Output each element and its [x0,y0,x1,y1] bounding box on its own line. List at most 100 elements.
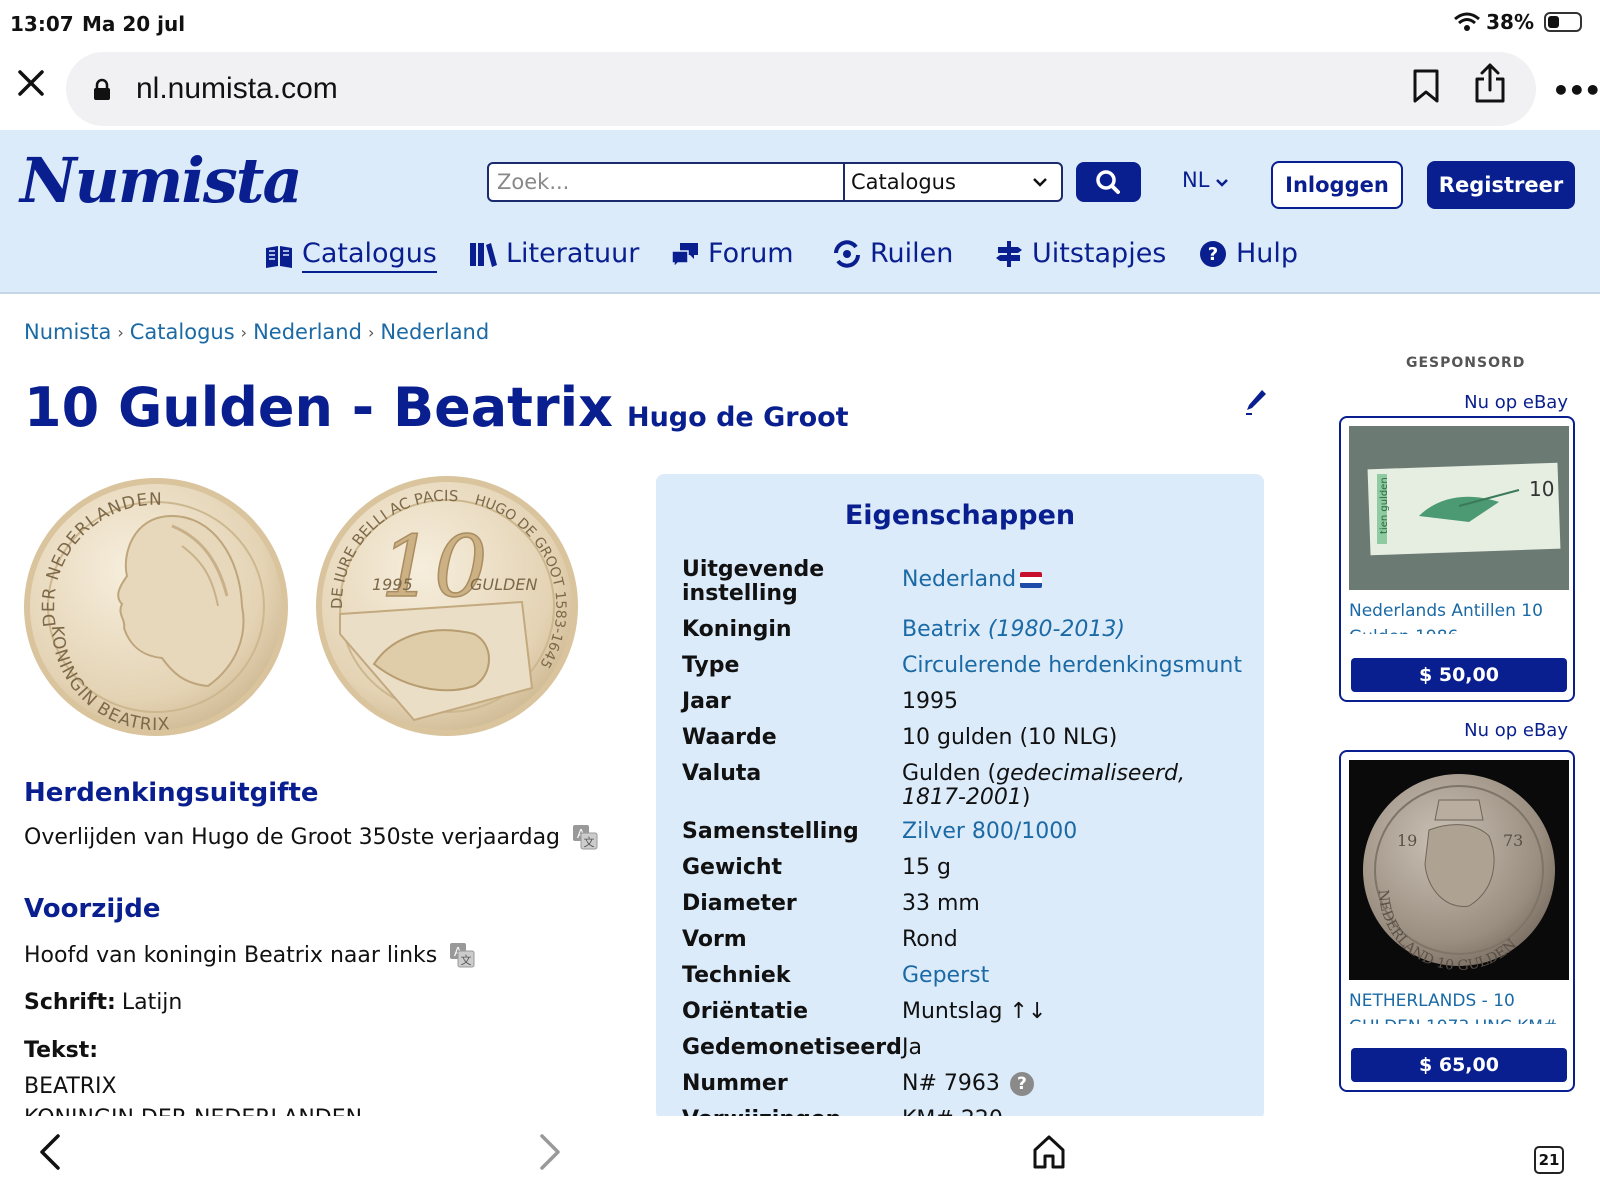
ad-title[interactable]: Nederlands Antillen 10 Gulden 1986 [1349,598,1569,634]
property-key: Uitgevende instelling [682,557,825,606]
browser-toolbar: 21 [0,1116,1600,1200]
more-icon[interactable]: ••• [1552,74,1600,107]
property-key: Gewicht [682,855,783,880]
search-button[interactable] [1076,162,1141,202]
nav-hulp[interactable]: ? Hulp [1198,238,1298,269]
breadcrumb-item[interactable]: Nederland [380,320,489,344]
site-header: Numista Zoek... Catalogus NL Inloggen Re… [0,130,1600,294]
browser-bar: nl.numista.com ••• [0,46,1600,130]
nav-ruilen[interactable]: Ruilen [832,238,953,269]
numista-logo[interactable]: Numista [20,144,303,217]
nav-uitstapjes[interactable]: Uitstapjes [994,238,1166,269]
ad-card[interactable]: 19 73 NEDERLAND 10 GULDEN NETHERLANDS - … [1339,750,1575,1092]
sponsored-label: GESPONSORD [1406,355,1526,371]
property-key: Oriëntatie [682,999,809,1024]
text-label: Tekst: [24,1038,99,1063]
search-input[interactable]: Zoek... [489,164,845,200]
battery-icon [1544,12,1582,32]
search-icon [1096,170,1120,194]
nav-label: Hulp [1236,238,1299,269]
back-icon[interactable] [36,1132,66,1172]
netherlands-flag-icon [1020,572,1043,588]
property-value[interactable]: Nederland [902,558,1242,606]
main-nav: Catalogus Literatuur Forum Ruilen Uitsta… [0,238,1600,278]
forward-icon[interactable] [534,1132,564,1172]
property-row: Type Circulerende herdenkingsmunt [682,654,1242,678]
obverse-heading: Voorzijde [24,894,161,924]
wifi-icon [1454,12,1481,31]
breadcrumb-item[interactable]: Catalogus [130,320,235,344]
coin-year-left: 19 [1397,831,1417,850]
ad-price-button[interactable]: $ 65,00 [1351,1048,1567,1082]
coin-subtitle: Hugo de Groot [626,402,849,433]
chevron-down-icon [1216,179,1228,187]
property-value: 10 gulden (10 NLG) [902,725,1118,750]
edit-icon[interactable] [1244,388,1268,416]
ad-source: Nu op eBay [1464,392,1568,413]
svg-text:文: 文 [461,953,472,967]
breadcrumb-separator: › [117,322,124,342]
tabs-button[interactable]: 21 [1534,1146,1564,1174]
coin-reverse-image[interactable]: 10 1995 GULDEN DE IURE BELLI AC PACIS HU… [314,474,580,738]
close-icon[interactable] [16,68,46,98]
bookmark-icon[interactable] [1412,68,1440,104]
ad-title[interactable]: NETHERLANDS - 10 GULDEN 1973 UNC KM# [1349,988,1569,1024]
property-row: Koningin Beatrix (1980-2013) [682,618,1242,642]
coin-obverse-image[interactable]: DER NEDERLANDEN KONINGIN BEATRIX [22,476,290,738]
issuer-link[interactable]: Nederland [902,567,1016,592]
nav-forum[interactable]: Forum [670,238,794,269]
search-bar: Zoek... Catalogus [487,162,1063,202]
translate-icon[interactable]: A文 [572,824,598,850]
status-time: 13:07 [10,12,74,36]
share-icon[interactable] [1474,62,1506,104]
property-value[interactable]: Geperst [902,964,1242,988]
banknote-value: 10 [1529,477,1554,501]
properties-heading: Eigenschappen [844,500,1076,531]
property-value: 33 mm [902,891,980,916]
property-key: Jaar [682,689,731,714]
translate-icon[interactable]: A文 [449,942,475,968]
property-row: Diameter 33 mm [682,892,1242,916]
help-icon[interactable]: ? [1009,1072,1034,1096]
address-bar[interactable]: nl.numista.com [66,52,1536,126]
ad-price-button[interactable]: $ 50,00 [1351,658,1567,692]
svg-text:文: 文 [584,835,595,849]
property-row: Samenstelling Zilver 800/1000 [682,820,1242,844]
property-key: Nummer [682,1071,788,1096]
property-value[interactable]: Zilver 800/1000 [902,820,1242,844]
ad-coin-image: 19 73 NEDERLAND 10 GULDEN [1349,760,1569,980]
breadcrumb-item[interactable]: Numista [24,320,111,344]
svg-text:?: ? [1208,244,1218,265]
signpost-icon [996,240,1022,267]
property-value: Gulden (gedecimaliseerd, 1817-2001) [902,762,1242,810]
ad-card[interactable]: tien gulden 10 Nederlands Antillen 10 Gu… [1339,416,1575,702]
breadcrumb-separator: › [367,322,375,342]
nav-label: Catalogus [302,238,437,273]
obverse-description: Hoofd van koningin Beatrix naar links [24,942,438,968]
nav-catalogus[interactable]: Catalogus [264,238,437,273]
property-value[interactable]: Circulerende herdenkingsmunt [902,654,1242,678]
nav-label: Forum [708,238,794,269]
property-key: Techniek [682,963,791,988]
property-row: Waarde 10 gulden (10 NLG) [682,726,1242,750]
commemorative-description: Overlijden van Hugo de Groot 350ste verj… [24,824,561,850]
currency-name: Gulden ( [902,761,997,786]
property-key: Valuta [682,761,762,786]
coin-unit: GULDEN [470,575,537,594]
breadcrumb-separator: › [240,322,248,342]
nav-label: Uitstapjes [1032,238,1167,269]
chat-icon [671,242,698,269]
commemorative-text: Overlijden van Hugo de Groot 350ste verj… [24,824,598,850]
property-row: Gewicht 15 g [682,856,1242,880]
language-select[interactable]: NL [1182,168,1228,192]
property-value[interactable]: Beatrix (1980-2013) [902,618,1242,642]
currency-close: ) [1021,785,1031,810]
text-label-row: Tekst: [24,1038,98,1063]
nav-literatuur[interactable]: Literatuur [468,238,639,269]
numista-number: N# 7963 [902,1071,1000,1096]
breadcrumb-item[interactable]: Nederland [253,320,362,344]
search-scope-select[interactable]: Catalogus [845,164,1061,200]
login-button[interactable]: Inloggen [1271,161,1403,209]
home-icon[interactable] [1032,1132,1066,1172]
register-button[interactable]: Registreer [1427,161,1575,209]
